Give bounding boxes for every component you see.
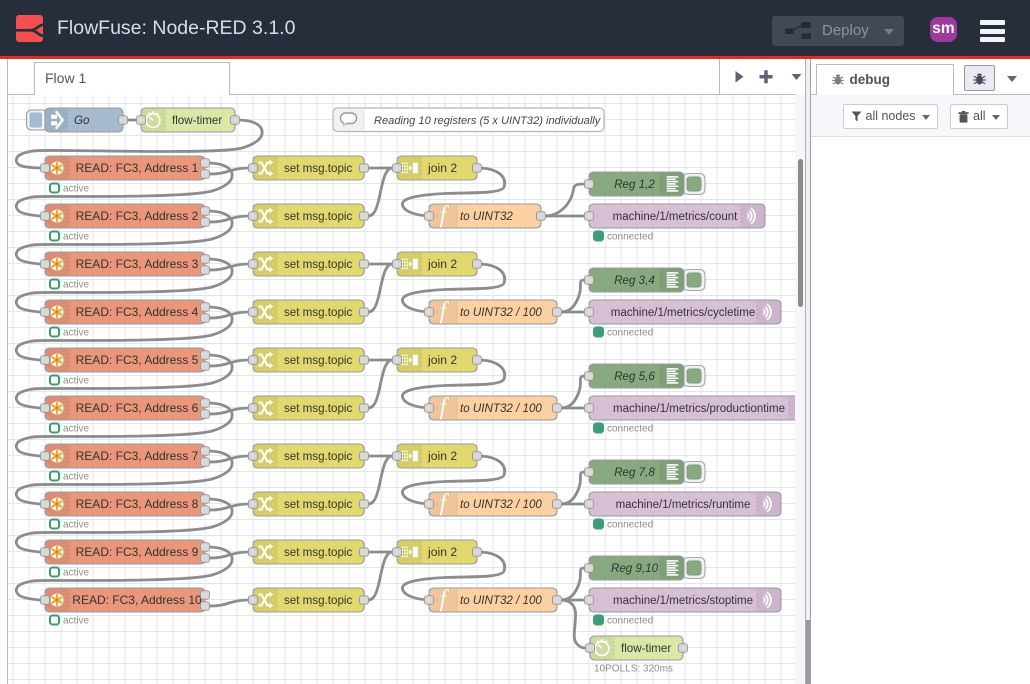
svg-text:join 2: join 2 xyxy=(427,257,457,271)
svg-text:active: active xyxy=(63,520,90,531)
svg-text:to UINT32 / 100: to UINT32 / 100 xyxy=(460,594,542,607)
svg-text:set msg.topic: set msg.topic xyxy=(284,162,353,175)
svg-text:Go: Go xyxy=(74,114,90,127)
svg-text:machine/1/metrics/count: machine/1/metrics/count xyxy=(613,211,738,223)
svg-text:set msg.topic: set msg.topic xyxy=(284,402,353,415)
svg-text:READ: FC3, Address 5: READ: FC3, Address 5 xyxy=(76,353,199,367)
svg-text:machine/1/metrics/runtime: machine/1/metrics/runtime xyxy=(616,499,751,511)
svg-text:set msg.topic: set msg.topic xyxy=(284,594,353,607)
svg-text:to UINT32 / 100: to UINT32 / 100 xyxy=(460,402,542,415)
svg-text:active: active xyxy=(63,280,90,291)
svg-text:Reg 1,2: Reg 1,2 xyxy=(614,178,655,191)
svg-text:set msg.topic: set msg.topic xyxy=(284,450,353,463)
svg-text:set msg.topic: set msg.topic xyxy=(284,546,353,559)
svg-text:READ: FC3, Address 4: READ: FC3, Address 4 xyxy=(76,305,199,319)
svg-text:Reg 5,6: Reg 5,6 xyxy=(614,370,655,383)
svg-text:join 2: join 2 xyxy=(427,545,457,559)
svg-text:READ: FC3, Address 10: READ: FC3, Address 10 xyxy=(72,593,202,607)
svg-text:join 2: join 2 xyxy=(427,161,457,175)
svg-text:flow-timer: flow-timer xyxy=(172,114,222,127)
svg-text:active: active xyxy=(63,328,90,339)
svg-text:set msg.topic: set msg.topic xyxy=(284,210,353,223)
svg-text:READ: FC3, Address 8: READ: FC3, Address 8 xyxy=(76,497,199,511)
svg-text:to UINT32: to UINT32 xyxy=(460,210,513,223)
svg-text:to UINT32 / 100: to UINT32 / 100 xyxy=(460,498,542,511)
svg-text:10POLLS: 320ms: 10POLLS: 320ms xyxy=(594,664,673,675)
svg-text:READ: FC3, Address 6: READ: FC3, Address 6 xyxy=(76,401,199,415)
svg-text:connected: connected xyxy=(607,520,653,531)
svg-text:set msg.topic: set msg.topic xyxy=(284,306,353,319)
svg-text:machine/1/metrics/cycletime: machine/1/metrics/cycletime xyxy=(611,307,755,319)
svg-text:active: active xyxy=(63,568,90,579)
svg-text:Reading 10 registers (5 x UINT: Reading 10 registers (5 x UINT32) indivi… xyxy=(374,115,602,127)
svg-text:READ: FC3, Address 3: READ: FC3, Address 3 xyxy=(76,257,199,271)
svg-text:READ: FC3, Address 2: READ: FC3, Address 2 xyxy=(76,209,199,223)
svg-text:connected: connected xyxy=(607,424,653,435)
svg-text:set msg.topic: set msg.topic xyxy=(284,354,353,367)
svg-text:set msg.topic: set msg.topic xyxy=(284,258,353,271)
svg-text:active: active xyxy=(63,472,90,483)
svg-text:active: active xyxy=(63,232,90,243)
svg-text:Reg 7,8: Reg 7,8 xyxy=(614,466,655,479)
svg-text:active: active xyxy=(63,184,90,195)
svg-text:connected: connected xyxy=(607,328,653,339)
svg-text:active: active xyxy=(63,376,90,387)
svg-text:to UINT32 / 100: to UINT32 / 100 xyxy=(460,306,542,319)
svg-text:machine/1/metrics/productionti: machine/1/metrics/productiontime xyxy=(613,403,785,415)
svg-text:active: active xyxy=(63,424,90,435)
svg-text:active: active xyxy=(63,616,90,627)
svg-text:join 2: join 2 xyxy=(427,353,457,367)
svg-text:READ: FC3, Address 1: READ: FC3, Address 1 xyxy=(76,161,199,175)
svg-text:set msg.topic: set msg.topic xyxy=(284,498,353,511)
svg-text:Reg 9,10: Reg 9,10 xyxy=(611,562,659,575)
svg-text:join 2: join 2 xyxy=(427,449,457,463)
svg-text:flow-timer: flow-timer xyxy=(621,642,671,655)
svg-text:READ: FC3, Address 7: READ: FC3, Address 7 xyxy=(76,449,199,463)
svg-text:READ: FC3, Address 9: READ: FC3, Address 9 xyxy=(76,545,199,559)
svg-text:connected: connected xyxy=(607,616,653,627)
svg-text:machine/1/metrics/stoptime: machine/1/metrics/stoptime xyxy=(613,595,753,607)
svg-text:connected: connected xyxy=(607,232,653,243)
svg-text:Reg 3,4: Reg 3,4 xyxy=(614,274,655,287)
